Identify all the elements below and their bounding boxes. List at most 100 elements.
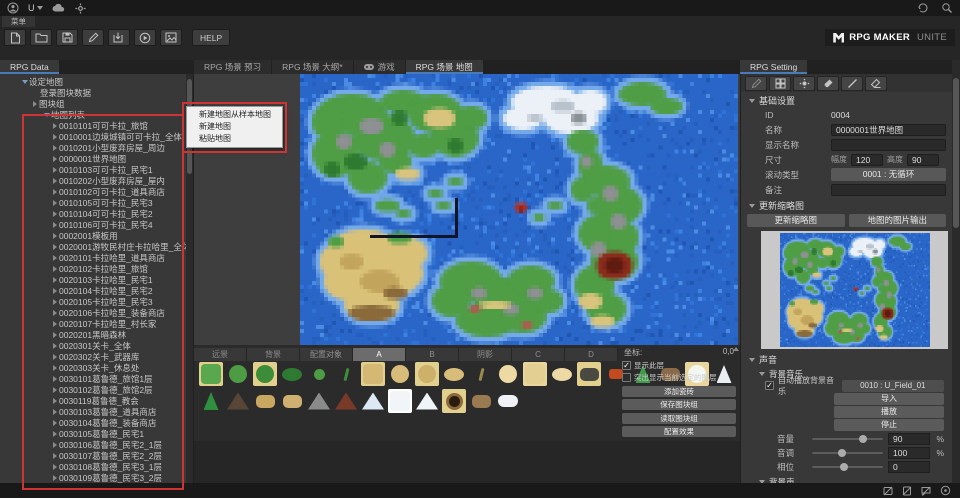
map-list-item[interactable]: 0030102葛鲁德_旅馆2层 — [0, 384, 186, 395]
map-list-item[interactable]: 0030105葛鲁德_民宅1 — [0, 428, 186, 439]
map-list-item[interactable]: 0010106可可卡拉_民宅4 — [0, 219, 186, 230]
volume-slider-knob[interactable] — [859, 435, 867, 443]
tree-collapse-icon[interactable] — [50, 288, 59, 294]
tree-collapse-icon[interactable] — [50, 277, 59, 283]
map-list-item[interactable]: 0030108葛鲁德_民宅3_1层 — [0, 461, 186, 472]
note-field[interactable] — [831, 184, 946, 196]
map-list-item[interactable]: 0030104葛鲁德_装备商店 — [0, 417, 186, 428]
tree-collapse-icon[interactable] — [50, 211, 59, 217]
tree-collapse-icon[interactable] — [50, 398, 59, 404]
gray-mountain-tile[interactable] — [307, 389, 331, 413]
map-list-item[interactable]: 0020104卡拉哈里_民宅2 — [0, 285, 186, 296]
map-list-item[interactable]: 0010104可可卡拉_民宅2 — [0, 208, 186, 219]
scroll-type-select[interactable]: 0001 : 无循环 — [831, 168, 946, 181]
thumbnail-section-header[interactable]: 更新缩略图 — [741, 199, 952, 212]
tab-rpg-setting[interactable]: RPG Setting — [740, 60, 807, 74]
tree-node-register-tiles[interactable]: 登录图块数据 — [0, 87, 186, 98]
tree-collapse-icon[interactable] — [50, 332, 59, 338]
history-icon[interactable] — [917, 2, 929, 14]
sand-rocks-tile[interactable] — [253, 389, 277, 413]
pan-value-field[interactable]: 0 — [888, 461, 930, 473]
map-list-item[interactable]: 0030119葛鲁德_教会 — [0, 395, 186, 406]
forest-a-tile[interactable] — [253, 362, 277, 386]
bgm-autoplay-checkbox[interactable] — [765, 381, 774, 390]
tab-rpg-data[interactable]: RPG Data — [0, 60, 59, 74]
highlight-layer-checkbox[interactable] — [622, 373, 631, 382]
map-list-item[interactable]: 0020102卡拉哈里_旅馆 — [0, 263, 186, 274]
tree-node-tile-group[interactable]: 图块组 — [0, 98, 186, 109]
tree-collapse-icon[interactable] — [50, 387, 59, 393]
map-list-item[interactable]: 0020101卡拉哈里_道具商店 — [0, 252, 186, 263]
sand-round-tile[interactable] — [388, 362, 412, 386]
tree-collapse-icon[interactable] — [50, 442, 59, 448]
right-scrollbar[interactable] — [952, 60, 960, 483]
tree-collapse-icon[interactable] — [50, 299, 59, 305]
show-layer-option[interactable]: 显示此层 — [622, 360, 736, 371]
tree-collapse-icon[interactable] — [50, 321, 59, 327]
map-list-item[interactable]: 0020105卡拉哈里_民宅3 — [0, 296, 186, 307]
avatar-icon[interactable] — [7, 2, 19, 14]
height-field[interactable]: 90 — [907, 154, 939, 166]
scroll-up-icon[interactable] — [733, 347, 739, 351]
tree-collapse-icon[interactable] — [50, 376, 59, 382]
center-tab[interactable]: RPG 场景 预习 — [194, 60, 271, 74]
layer-tab[interactable]: D — [565, 348, 618, 361]
map-list-item[interactable]: 0010201小型废弃房屋_周边 — [0, 142, 186, 153]
pale-patch-tile[interactable] — [550, 362, 574, 386]
context-menu-item[interactable]: 新建地图 — [187, 121, 282, 133]
map-list-item[interactable]: 0010101可可卡拉_旅馆 — [0, 120, 186, 131]
layer-tab[interactable]: 背景 — [247, 348, 300, 361]
tree-collapse-icon[interactable] — [50, 200, 59, 206]
volume-slider[interactable] — [812, 433, 883, 445]
rock-cluster-tile[interactable] — [577, 362, 601, 386]
cloud-icon[interactable] — [52, 3, 66, 13]
center-tab[interactable]: 游戏 — [354, 60, 405, 74]
layer-option-button[interactable]: 添加瓷砖 — [622, 386, 736, 397]
width-field[interactable]: 120 — [851, 154, 883, 166]
map-list-item[interactable]: 0020103卡拉哈里_民宅1 — [0, 274, 186, 285]
tree-collapse-icon[interactable] — [50, 310, 59, 316]
line-tool-button[interactable] — [841, 76, 863, 91]
progress-circle-icon[interactable] — [940, 485, 951, 496]
display-name-field[interactable] — [831, 139, 946, 151]
tree-node-set-map[interactable]: 设定地图 — [0, 76, 186, 87]
tree-collapse-icon[interactable] — [50, 134, 59, 140]
export-map-image-button[interactable]: 地图的图片输出 — [849, 214, 947, 227]
map-list-item[interactable]: 0010105可可卡拉_民宅3 — [0, 197, 186, 208]
map-list-item[interactable]: 0020303关卡_休息处 — [0, 362, 186, 373]
pitch-value-field[interactable]: 100 — [888, 447, 930, 459]
new-map-button[interactable] — [4, 29, 26, 46]
snow-a-tile[interactable] — [388, 389, 412, 413]
tree-collapse-icon[interactable] — [50, 233, 59, 239]
map-list-item[interactable]: 0000001世界地图 — [0, 153, 186, 164]
tree-collapse-icon[interactable] — [50, 343, 59, 349]
layer-option-button[interactable]: 配置效果 — [622, 426, 736, 437]
layer-tab[interactable]: 阴影 — [459, 348, 512, 361]
pitch-slider-knob[interactable] — [838, 449, 846, 457]
menu-tab[interactable]: 菜单 — [2, 16, 35, 27]
tree-collapse-icon[interactable] — [50, 167, 59, 173]
map-list-item[interactable]: 0010103可可卡拉_民宅1 — [0, 164, 186, 175]
sand-a-tile[interactable] — [523, 362, 547, 386]
search-icon[interactable] — [941, 2, 953, 14]
grid-tool-button[interactable] — [769, 76, 791, 91]
tree-collapse-icon[interactable] — [30, 101, 39, 107]
pit-tile[interactable] — [442, 389, 466, 413]
spray-tool-button[interactable] — [793, 76, 815, 91]
layer-tab[interactable]: C — [512, 348, 565, 361]
tree-collapse-icon[interactable] — [50, 409, 59, 415]
gravel-pile-tile[interactable] — [469, 389, 493, 413]
dark-grass-tile[interactable] — [280, 362, 304, 386]
map-list-item[interactable]: 0020106卡拉哈里_装备商店 — [0, 307, 186, 318]
center-tab[interactable]: RPG 场景 大纲* — [272, 60, 352, 74]
tree-collapse-icon[interactable] — [50, 431, 59, 437]
bgm-header[interactable]: 背景音乐 — [741, 368, 952, 379]
console-muted-icon[interactable] — [883, 486, 893, 496]
tree-expand-icon[interactable] — [20, 80, 29, 84]
sand-patch-tile[interactable] — [442, 362, 466, 386]
map-list-item[interactable]: 0020201黑暗森林 — [0, 329, 186, 340]
tree-collapse-icon[interactable] — [50, 464, 59, 470]
dark-mountain-tile[interactable] — [226, 389, 250, 413]
map-list-item[interactable]: 0010202小型废弃房屋_屋内 — [0, 175, 186, 186]
snow-drift-tile[interactable] — [496, 389, 520, 413]
